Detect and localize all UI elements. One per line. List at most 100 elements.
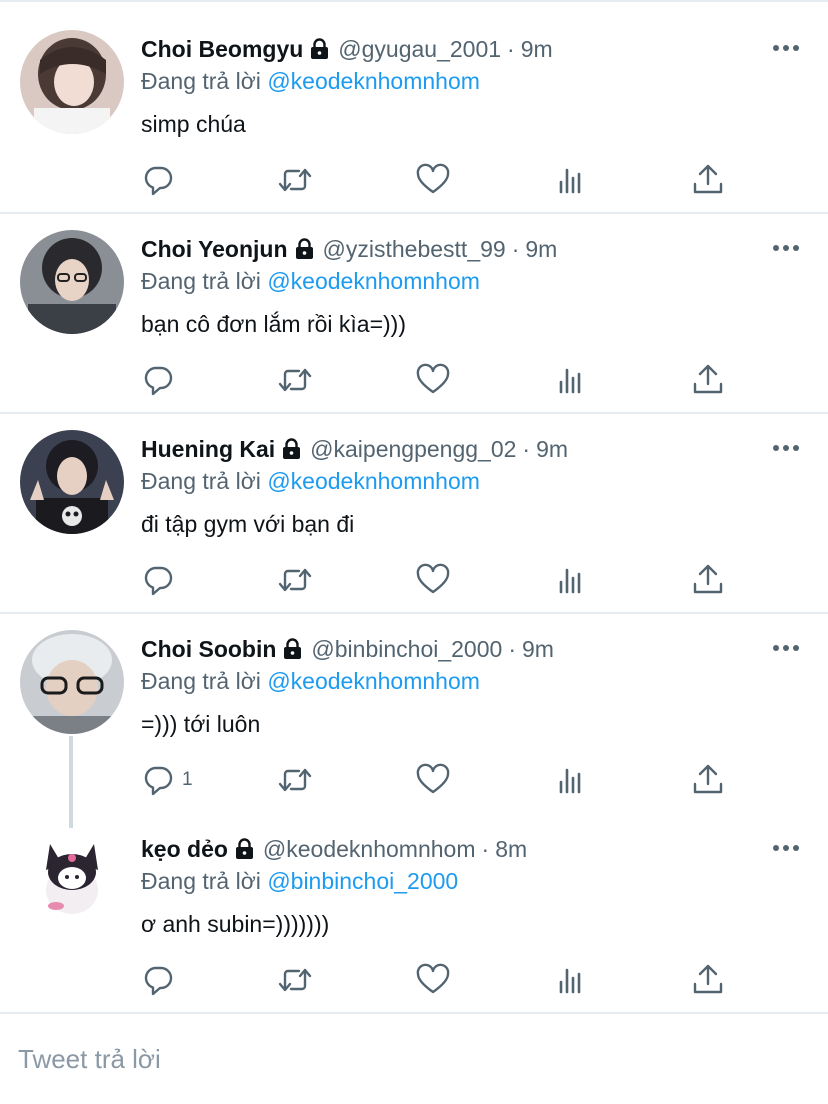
heart-icon (415, 162, 451, 198)
tweet-text: ơ anh subin=))))))) (141, 911, 330, 937)
handle[interactable]: @kaipengpengg_02 (310, 436, 516, 463)
reply-mention[interactable]: @keodeknhomnhom (267, 268, 480, 294)
divider (0, 412, 828, 414)
share-button[interactable] (690, 962, 726, 998)
views-button[interactable] (553, 362, 589, 398)
handle[interactable]: @yzisthebestt_99 (323, 236, 506, 263)
tweet-header: kẹo dẻo @keodeknhomnhom · 8m (141, 833, 527, 865)
like-button[interactable] (415, 362, 451, 398)
reply-icon (140, 962, 176, 998)
retweet-icon (277, 562, 313, 598)
avatar[interactable] (20, 230, 124, 334)
share-button[interactable] (690, 362, 726, 398)
timestamp[interactable]: 9m (522, 636, 554, 663)
reply-prefix: Đang trả lời (141, 468, 261, 494)
divider (0, 212, 828, 214)
handle[interactable]: @keodeknhomnhom (263, 836, 476, 863)
lock-icon (281, 438, 302, 460)
reply-context: Đang trả lời @keodeknhomnhom (141, 468, 480, 495)
action-bar (140, 562, 740, 598)
reply-compose-input[interactable]: Tweet trả lời (18, 1044, 161, 1075)
more-icon[interactable] (772, 42, 800, 54)
retweet-button[interactable] (277, 562, 313, 598)
display-name[interactable]: Choi Soobin (141, 636, 276, 663)
tweet-text: simp chúa (141, 111, 246, 137)
share-button[interactable] (690, 762, 726, 798)
reply-context: Đang trả lời @keodeknhomnhom (141, 68, 480, 95)
action-bar (140, 362, 740, 398)
tweet-header: Huening Kai @kaipengpengg_02 · 9m (141, 433, 568, 465)
lock-icon (234, 838, 255, 860)
reply-prefix: Đang trả lời (141, 868, 261, 894)
timestamp[interactable]: 8m (495, 836, 527, 863)
retweet-button[interactable] (277, 162, 313, 198)
timestamp[interactable]: 9m (536, 436, 568, 463)
like-button[interactable] (415, 962, 451, 998)
action-bar (140, 162, 740, 198)
retweet-icon (277, 962, 313, 998)
separator: · (481, 835, 490, 862)
views-button[interactable] (553, 562, 589, 598)
tweet-header: Choi Yeonjun @yzisthebestt_99 · 9m (141, 233, 557, 265)
reply-mention[interactable]: @keodeknhomnhom (267, 668, 480, 694)
views-button[interactable] (553, 762, 589, 798)
display-name[interactable]: Huening Kai (141, 436, 275, 463)
handle[interactable]: @binbinchoi_2000 (311, 636, 502, 663)
reply-count: 1 (182, 769, 193, 790)
reply-button[interactable]: 1 (140, 762, 193, 798)
heart-icon (415, 562, 451, 598)
like-button[interactable] (415, 762, 451, 798)
reply-icon (140, 562, 176, 598)
reply-context: Đang trả lời @keodeknhomnhom (141, 668, 480, 695)
views-icon (553, 162, 589, 198)
divider (0, 612, 828, 614)
avatar[interactable] (20, 430, 124, 534)
reply-button[interactable] (140, 162, 176, 198)
tweet-text: đi tập gym với bạn đi (141, 511, 355, 537)
views-icon (553, 562, 589, 598)
avatar[interactable] (20, 630, 124, 734)
more-icon[interactable] (772, 842, 800, 854)
reply-mention[interactable]: @keodeknhomnhom (267, 68, 480, 94)
more-icon[interactable] (772, 242, 800, 254)
reply-mention[interactable]: @keodeknhomnhom (267, 468, 480, 494)
views-icon (553, 962, 589, 998)
retweet-icon (277, 762, 313, 798)
tweet-text: bạn cô đơn lắm rồi kìa=))) (141, 311, 406, 337)
reply-button[interactable] (140, 962, 176, 998)
retweet-icon (277, 362, 313, 398)
reply-button[interactable] (140, 562, 176, 598)
more-icon[interactable] (772, 642, 800, 654)
reply-button[interactable] (140, 362, 176, 398)
reply-context: Đang trả lời @binbinchoi_2000 (141, 868, 458, 895)
share-button[interactable] (690, 162, 726, 198)
timestamp[interactable]: 9m (521, 36, 553, 63)
handle[interactable]: @gyugau_2001 (338, 36, 501, 63)
like-button[interactable] (415, 162, 451, 198)
retweet-button[interactable] (277, 962, 313, 998)
views-button[interactable] (553, 162, 589, 198)
reply-icon (140, 162, 176, 198)
reply-mention[interactable]: @binbinchoi_2000 (267, 868, 458, 894)
share-icon (690, 562, 726, 598)
reply-prefix: Đang trả lời (141, 68, 261, 94)
display-name[interactable]: Choi Beomgyu (141, 36, 303, 63)
avatar[interactable] (20, 830, 124, 934)
retweet-button[interactable] (277, 362, 313, 398)
like-button[interactable] (415, 562, 451, 598)
share-button[interactable] (690, 562, 726, 598)
display-name[interactable]: kẹo dẻo (141, 836, 228, 863)
heart-icon (415, 962, 451, 998)
separator: · (522, 435, 531, 462)
views-button[interactable] (553, 962, 589, 998)
display-name[interactable]: Choi Yeonjun (141, 236, 288, 263)
retweet-button[interactable] (277, 762, 313, 798)
views-icon (553, 362, 589, 398)
tweet-header: Choi Beomgyu @gyugau_2001 · 9m (141, 33, 553, 65)
avatar[interactable] (20, 30, 124, 134)
reply-prefix: Đang trả lời (141, 668, 261, 694)
more-icon[interactable] (772, 442, 800, 454)
action-bar: 1 (140, 762, 740, 798)
timestamp[interactable]: 9m (525, 236, 557, 263)
lock-icon (294, 238, 315, 260)
